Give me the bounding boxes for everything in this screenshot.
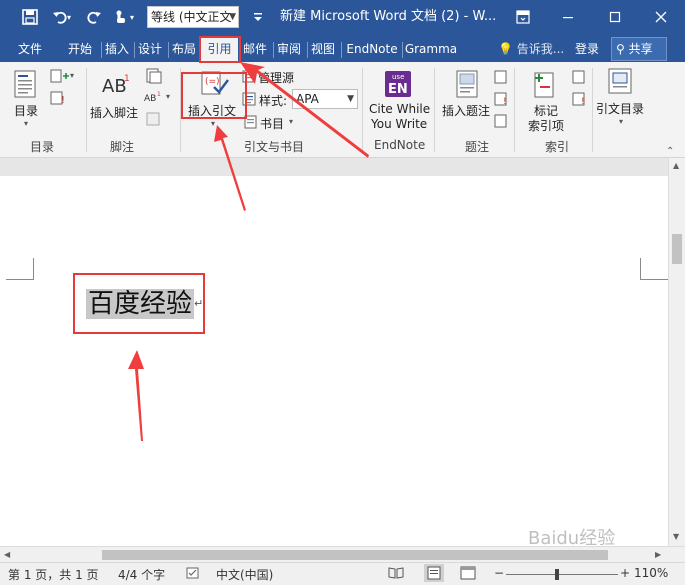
arrow-to-references-tab xyxy=(240,62,369,158)
arrow-to-insert-citation xyxy=(214,125,246,211)
annotation-arrows xyxy=(128,62,369,441)
arrow-to-document-text xyxy=(128,350,144,441)
